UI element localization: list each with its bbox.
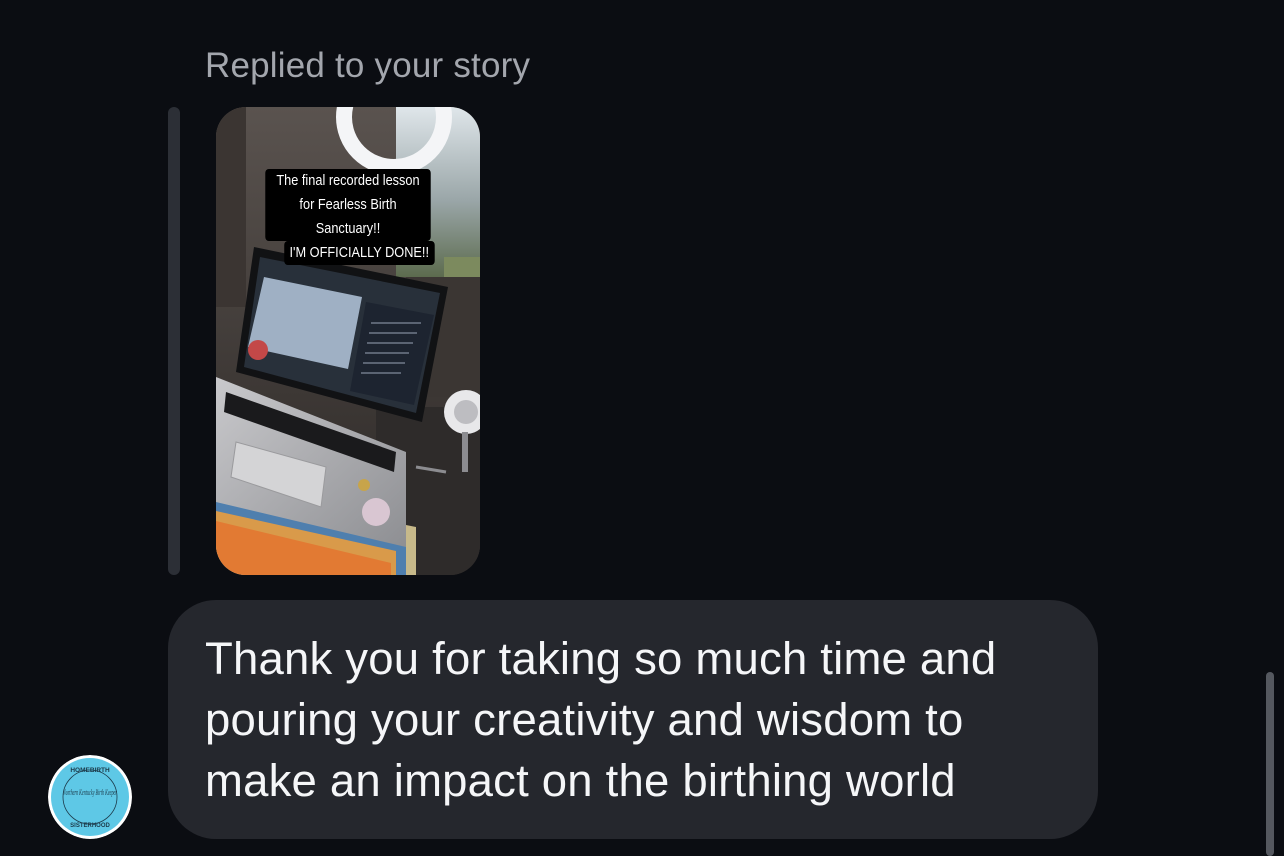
logo-script-text: Northern Kentucky Birth Keeper bbox=[62, 788, 117, 797]
story-caption-1: The final recorded lesson for Fearless B… bbox=[265, 169, 431, 241]
logo-text-bottom: SISTERHOOD bbox=[70, 823, 110, 829]
logo-text-top: HOMEBIRTH bbox=[70, 767, 110, 774]
message-text: Thank you for taking so much time and po… bbox=[205, 633, 997, 806]
story-caption-2: I'M OFFICIALLY DONE!! bbox=[284, 241, 435, 265]
reply-indicator-bar bbox=[168, 107, 180, 575]
story-preview-thumbnail[interactable]: The final recorded lesson for Fearless B… bbox=[216, 107, 480, 575]
message-bubble[interactable]: Thank you for taking so much time and po… bbox=[168, 600, 1098, 839]
replied-to-story-label: Replied to your story bbox=[205, 46, 531, 85]
sender-avatar[interactable]: HOMEBIRTH Northern Kentucky Birth Keeper… bbox=[48, 755, 132, 839]
homebirth-sisterhood-logo: HOMEBIRTH Northern Kentucky Birth Keeper… bbox=[48, 755, 132, 839]
scrollbar-thumb[interactable] bbox=[1266, 672, 1274, 856]
dm-thread: Replied to your story The final recorded… bbox=[0, 0, 1284, 856]
